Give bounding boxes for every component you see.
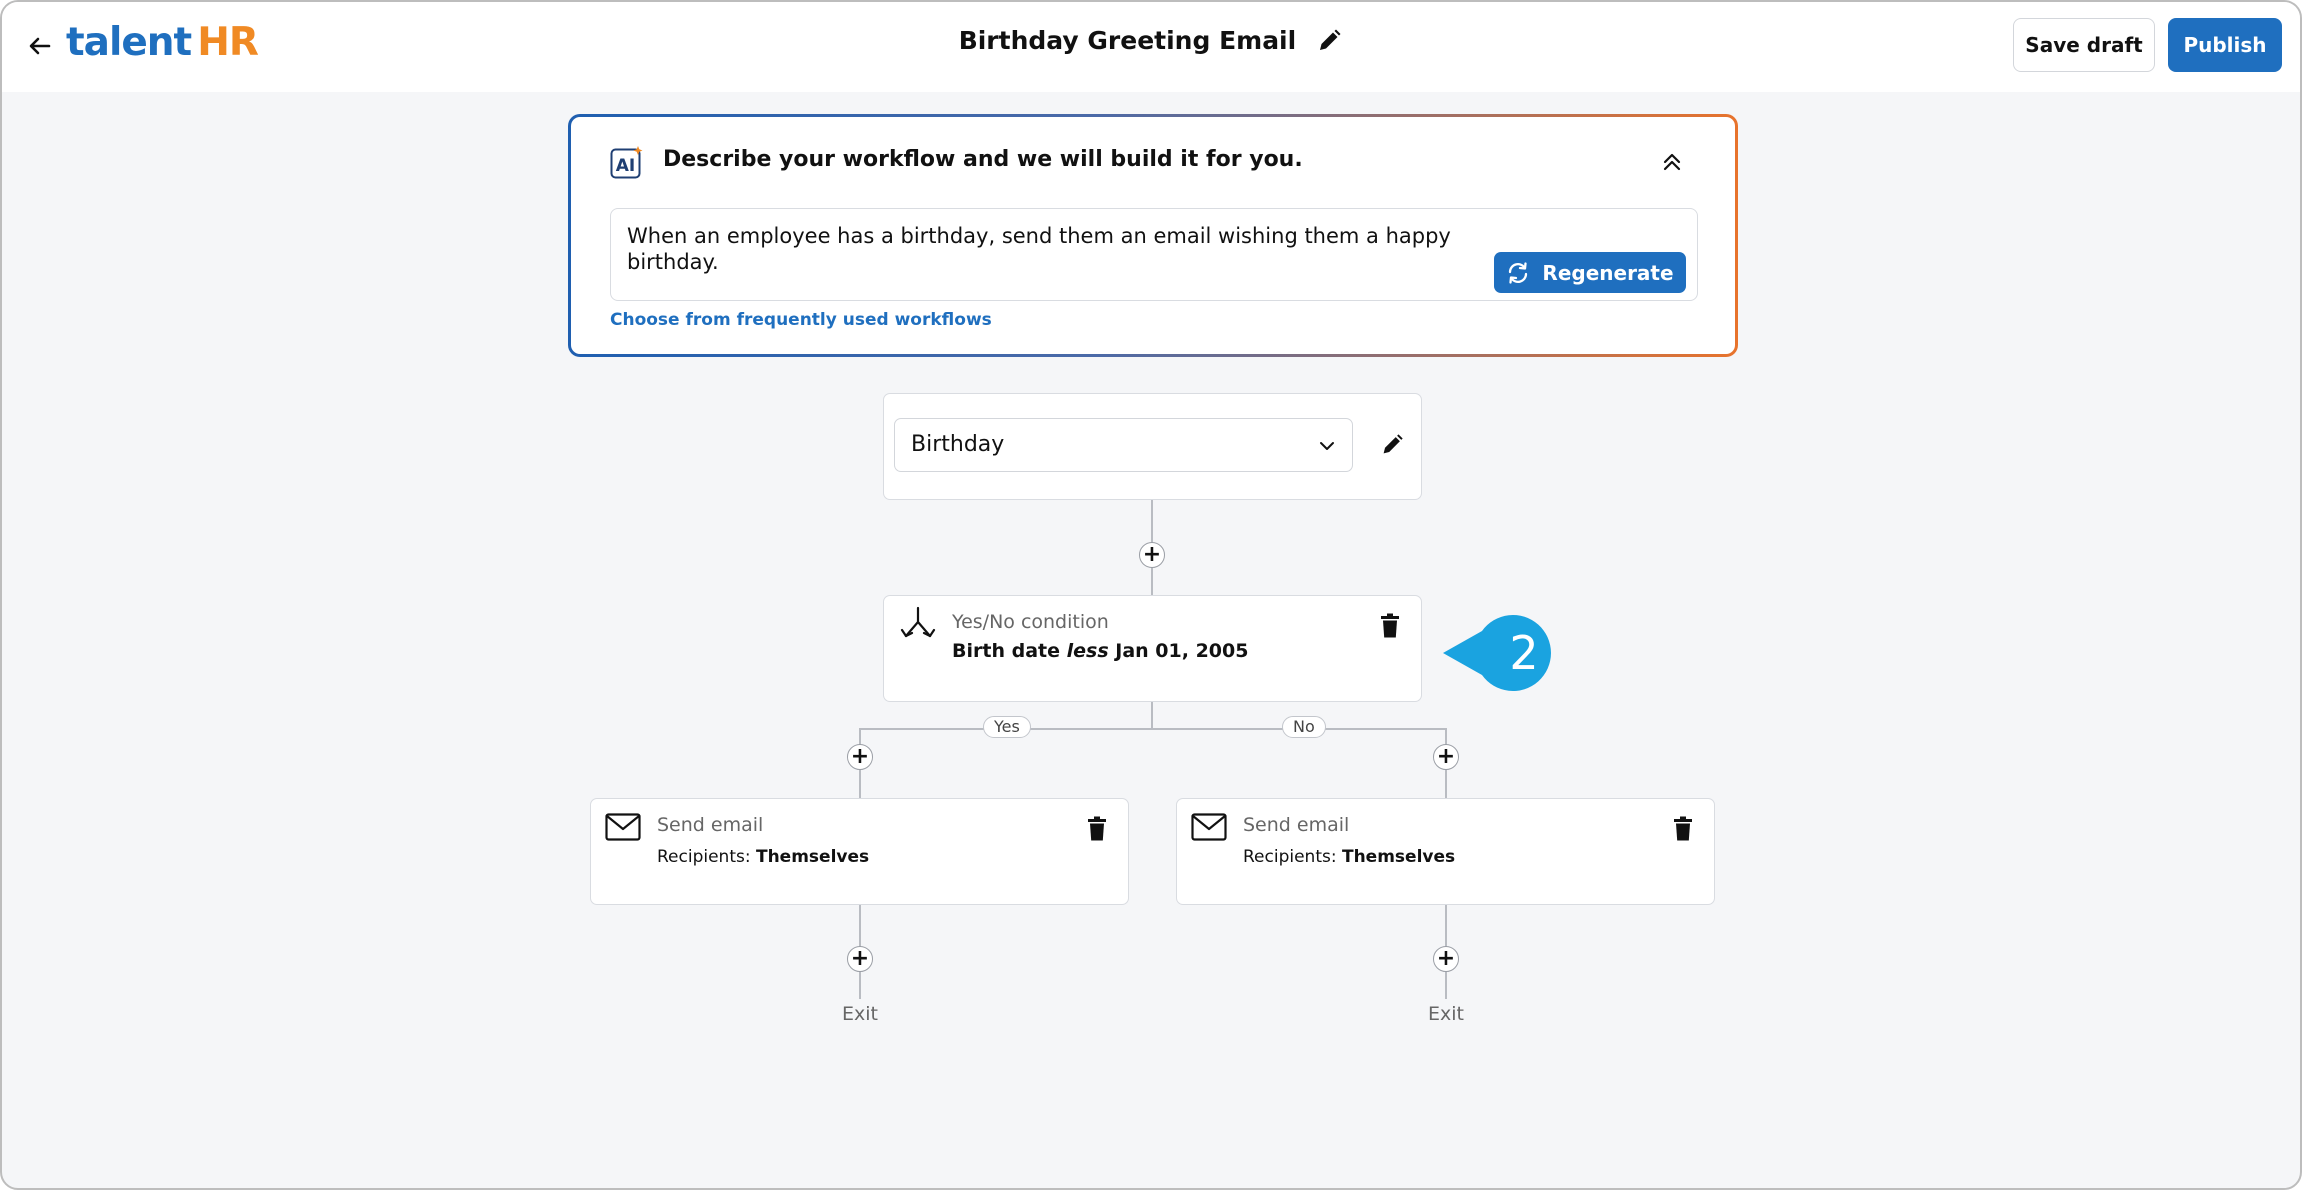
condition-field: Birth date [952,640,1060,662]
ai-sparkle-icon: AI [610,146,643,179]
yes-branch-label: Yes [983,716,1031,738]
plus-icon: + [850,744,870,769]
workflow-prompt-input[interactable]: When an employee has a birthday, send th… [610,208,1698,301]
trigger-selected-value: Birthday [911,432,1005,457]
regenerate-label: Regenerate [1542,260,1674,285]
trash-icon[interactable] [1671,816,1695,842]
add-step-button[interactable]: + [847,946,873,972]
trash-icon[interactable] [1378,613,1402,639]
recipients-value: Themselves [1341,847,1456,867]
send-email-card-no[interactable]: Send email Recipients: Themselves [1176,798,1715,905]
add-step-button[interactable]: + [1433,946,1459,972]
title-area: Birthday Greeting Email [2,26,2300,55]
exit-label-yes: Exit [842,1003,878,1025]
recipients-text: Recipients: Themselves [657,847,869,867]
edit-title-button[interactable] [1315,27,1343,55]
connector-line [1151,701,1153,729]
step-callout-number: 2 [1509,626,1539,680]
publish-button[interactable]: Publish [2168,18,2282,72]
action-type-label: Send email [1243,814,1350,836]
mail-icon [1191,813,1227,841]
refresh-icon [1509,261,1528,284]
no-branch-label: No [1282,716,1326,738]
collapse-panel-button[interactable] [1657,147,1687,177]
send-email-card-yes[interactable]: Send email Recipients: Themselves [590,798,1129,905]
save-draft-button[interactable]: Save draft [2013,18,2155,72]
ai-panel-body: AI Describe your workflow and we will bu… [571,117,1735,354]
condition-card[interactable]: Yes/No condition Birth date less Jan 01,… [883,595,1422,702]
add-step-button[interactable]: + [1433,744,1459,770]
condition-value: Jan 01, 2005 [1115,640,1249,662]
chevrons-up-icon [1663,153,1681,171]
plus-icon: + [1436,744,1456,769]
pencil-icon[interactable] [1379,432,1405,458]
condition-type-label: Yes/No condition [952,611,1109,633]
plus-icon: + [1436,946,1456,971]
trigger-card: Birthday [883,393,1422,500]
plus-icon: + [1142,542,1162,567]
recipients-label: Recipients: [657,847,751,867]
exit-label-no: Exit [1428,1003,1464,1025]
add-step-button[interactable]: + [847,744,873,770]
action-type-label: Send email [657,814,764,836]
trigger-select[interactable]: Birthday [894,418,1353,472]
pencil-icon [1320,29,1341,50]
app-window: talent HR Birthday Greeting Email Save dr… [0,0,2302,1190]
workflow-title: Birthday Greeting Email [958,26,1297,55]
ai-workflow-panel: AI Describe your workflow and we will bu… [568,114,1738,357]
trash-icon[interactable] [1085,816,1109,842]
connector-line [859,728,1447,730]
regenerate-button[interactable]: Regenerate [1494,252,1686,293]
split-icon [900,606,936,638]
frequent-workflows-link[interactable]: Choose from frequently used workflows [610,310,992,330]
prompt-text[interactable]: When an employee has a birthday, send th… [627,223,1507,275]
recipients-text: Recipients: Themselves [1243,847,1455,867]
ai-panel-heading: Describe your workflow and we will build… [663,147,1303,172]
recipients-value: Themselves [755,847,870,867]
condition-description: Birth date less Jan 01, 2005 [952,640,1248,662]
recipients-label: Recipients: [1243,847,1337,867]
add-step-button[interactable]: + [1139,542,1165,568]
top-bar: talent HR Birthday Greeting Email Save dr… [2,2,2300,92]
svg-text:AI: AI [616,156,635,176]
chevron-down-icon [1320,442,1334,450]
plus-icon: + [850,946,870,971]
condition-operator: less [1066,640,1109,662]
mail-icon [605,813,641,841]
